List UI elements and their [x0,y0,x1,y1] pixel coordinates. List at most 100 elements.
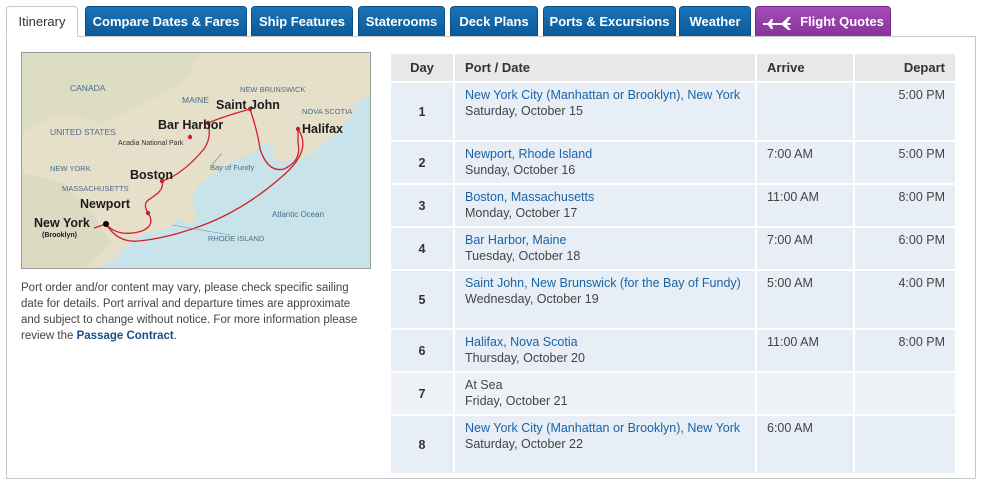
tab-weather[interactable]: Weather [679,6,751,36]
port-date: Saturday, October 15 [465,104,583,118]
disclaimer-text: Port order and/or content may vary, plea… [21,282,358,342]
map-label-new-brunswick: NEW BRUNSWICK [240,85,305,94]
cell-port-date: At Sea Friday, October 21 [455,373,755,414]
port-date: Saturday, October 22 [465,437,583,451]
cell-port-date: Saint John, New Brunswick (for the Bay o… [455,271,755,328]
cell-arrive [757,373,853,414]
port-date: Tuesday, October 18 [465,249,581,263]
col-header-arrive: Arrive [757,54,853,81]
cell-day: 3 [391,185,453,226]
map-label-maine: MAINE [182,95,209,105]
port-link[interactable]: New York City (Manhattan or Brooklyn), N… [465,421,740,435]
cell-port-date: Halifax, Nova Scotia Thursday, October 20 [455,330,755,371]
table-row: 3 Boston, Massachusetts Monday, October 1… [391,185,955,226]
cell-day: 5 [391,271,453,328]
itinerary-table: Day Port / Date Arrive Depart 1 New York… [389,52,957,475]
map-label-new-york: New York [34,216,90,230]
col-header-depart: Depart [855,54,955,81]
map-label-canada: CANADA [70,83,106,93]
cell-port-date: New York City (Manhattan or Brooklyn), N… [455,416,755,473]
port-date: Friday, October 21 [465,394,568,408]
tab-compare-dates-fares[interactable]: Compare Dates & Fares [85,6,247,36]
cell-depart [855,416,955,473]
airplane-icon [763,16,792,30]
passage-contract-link[interactable]: Passage Contract [77,330,174,342]
cell-day: 8 [391,416,453,473]
cell-arrive: 7:00 AM [757,228,853,269]
cell-arrive: 7:00 AM [757,142,853,183]
cell-day: 6 [391,330,453,371]
cell-depart: 6:00 PM [855,228,955,269]
table-row: 6 Halifax, Nova Scotia Thursday, October … [391,330,955,371]
cell-depart: 8:00 PM [855,330,955,371]
tab-label: Ports & Excursions [549,14,670,29]
cell-depart: 5:00 PM [855,142,955,183]
cell-arrive: 6:00 AM [757,416,853,473]
port-link[interactable]: New York City (Manhattan or Brooklyn), N… [465,88,740,102]
map-label-brooklyn: (Brooklyn) [42,232,77,239]
table-row: 7 At Sea Friday, October 21 [391,373,955,414]
route-map-graphic: CANADA MAINE NEW BRUNSWICK NOVA SCOTIA U… [22,53,370,268]
map-label-saint-john: Saint John [216,98,280,112]
cell-day: 1 [391,83,453,140]
table-header-row: Day Port / Date Arrive Depart [391,54,955,81]
new-york-marker [103,221,109,227]
port-link[interactable]: Saint John, New Brunswick (for the Bay o… [465,276,741,290]
map-label-acadia: Acadia National Park [118,140,184,147]
table-row: 2 Newport, Rhode Island Sunday, October 1… [391,142,955,183]
port-name: At Sea [465,378,503,392]
col-header-port-date: Port / Date [455,54,755,81]
tab-flight-quotes[interactable]: Flight Quotes [755,6,891,36]
tab-staterooms[interactable]: Staterooms [358,6,445,36]
table-row: 4 Bar Harbor, Maine Tuesday, October 18 7… [391,228,955,269]
port-link[interactable]: Halifax, Nova Scotia [465,335,578,349]
col-header-day: Day [391,54,453,81]
map-label-bar-harbor: Bar Harbor [158,118,223,132]
tab-label: Flight Quotes [800,14,884,29]
tab-itinerary[interactable]: Itinerary [6,6,78,37]
tab-label: Staterooms [365,14,438,29]
tab-label: Itinerary [18,14,66,29]
cell-depart: 8:00 PM [855,185,955,226]
cell-arrive: 11:00 AM [757,185,853,226]
port-link[interactable]: Newport, Rhode Island [465,147,592,161]
cell-depart: 5:00 PM [855,83,955,140]
map-label-massachusetts: MASSACHUSETTS [62,184,129,193]
port-date: Monday, October 17 [465,206,578,220]
tab-label: Deck Plans [459,14,529,29]
port-date: Thursday, October 20 [465,351,585,365]
tab-ports-excursions[interactable]: Ports & Excursions [543,6,676,36]
port-date: Wednesday, October 19 [465,292,599,306]
table-row: 1 New York City (Manhattan or Brooklyn),… [391,83,955,140]
itinerary-panel: CANADA MAINE NEW BRUNSWICK NOVA SCOTIA U… [6,36,976,479]
cell-port-date: New York City (Manhattan or Brooklyn), N… [455,83,755,140]
tab-bar: Itinerary Compare Dates & Fares Ship Fea… [6,6,976,37]
port-link[interactable]: Bar Harbor, Maine [465,233,566,247]
map-label-boston: Boston [130,168,173,182]
table-row: 8 New York City (Manhattan or Brooklyn),… [391,416,955,473]
cell-arrive: 5:00 AM [757,271,853,328]
cell-arrive [757,83,853,140]
tab-label: Weather [689,14,741,29]
tab-label: Ship Features [259,14,345,29]
cell-day: 7 [391,373,453,414]
map-label-atlantic-ocean: Atlantic Ocean [272,210,324,219]
cell-depart: 4:00 PM [855,271,955,328]
tab-deck-plans[interactable]: Deck Plans [450,6,538,36]
map-label-bay-of-fundy: Bay of Fundy [210,163,254,172]
cell-depart [855,373,955,414]
cell-port-date: Bar Harbor, Maine Tuesday, October 18 [455,228,755,269]
map-label-halifax: Halifax [302,122,343,136]
port-date: Sunday, October 16 [465,163,576,177]
map-label-rhode-island: RHODE ISLAND [208,234,265,243]
itinerary-map[interactable]: CANADA MAINE NEW BRUNSWICK NOVA SCOTIA U… [21,52,371,269]
cell-arrive: 11:00 AM [757,330,853,371]
disclaimer-end: . [173,330,177,342]
map-label-united-states: UNITED STATES [50,127,116,137]
map-label-new-york-state: NEW YORK [50,164,91,173]
itinerary-disclaimer: Port order and/or content may vary, plea… [21,280,369,344]
table-row: 5 Saint John, New Brunswick (for the Bay… [391,271,955,328]
cell-port-date: Boston, Massachusetts Monday, October 17 [455,185,755,226]
tab-ship-features[interactable]: Ship Features [251,6,353,36]
port-link[interactable]: Boston, Massachusetts [465,190,594,204]
